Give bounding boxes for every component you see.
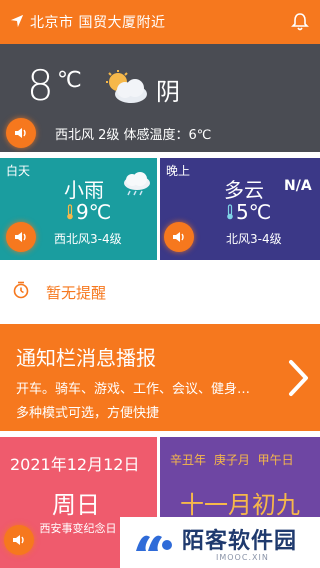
speaker-icon xyxy=(15,232,26,242)
reminder-text: 暂无提醒 xyxy=(46,284,107,302)
ganzhi-text: 辛丑年 庚子月 甲午日 xyxy=(170,453,294,467)
day-forecast-card[interactable]: 白天 小雨 9℃ 西北风3-4级 xyxy=(0,158,157,260)
notification-broadcast-banner[interactable]: 通知栏消息播报 开车。骑车、游戏、工作、会议、健身… 多种模式可选，方便快捷 xyxy=(0,324,320,431)
current-temperature: 8 xyxy=(27,61,54,110)
day-wind: 西北风3-4级 xyxy=(54,232,122,246)
speaker-icon xyxy=(13,535,24,545)
lunar-date: 十一月初九 xyxy=(180,491,300,519)
night-forecast-card[interactable]: 晚上 多云 N/A 5℃ 北风3-4级 xyxy=(160,158,320,260)
notice-title: 通知栏消息播报 xyxy=(16,346,156,370)
speaker-button-day[interactable] xyxy=(6,222,36,252)
weekday: 周日 xyxy=(52,491,100,519)
watermark-subtitle: IMOOC.XIN xyxy=(216,553,269,562)
speaker-button-current[interactable] xyxy=(6,118,36,148)
chevron-right-icon[interactable] xyxy=(288,359,310,397)
notice-line2: 多种模式可选，方便快捷 xyxy=(16,406,160,421)
speaker-icon xyxy=(173,232,184,242)
night-aqi: N/A xyxy=(284,178,312,194)
location-arrow-icon xyxy=(10,14,24,28)
reminder-row[interactable]: 暂无提醒 xyxy=(0,266,320,318)
day-condition: 小雨 xyxy=(64,178,104,202)
bell-icon[interactable] xyxy=(290,12,310,32)
current-details: 西北风 2级 体感温度：6℃ xyxy=(55,128,212,143)
calendar-date: 2021年12月12日 xyxy=(10,455,140,474)
thermometer-icon xyxy=(67,204,73,220)
night-wind: 北风3-4级 xyxy=(226,232,282,246)
watermark-title: 陌客软件园 xyxy=(182,528,298,554)
location-text: 北京市 国贸大厦附近 xyxy=(30,15,166,31)
speaker-button-night[interactable] xyxy=(164,222,194,252)
night-tag: 晚上 xyxy=(166,164,191,178)
speaker-icon xyxy=(15,128,26,138)
holiday-text: 西安事变纪念日 xyxy=(39,522,117,535)
location-bar[interactable]: 北京市 国贸大厦附近 xyxy=(0,0,320,44)
watermark-logo-icon xyxy=(136,535,172,551)
day-tag: 白天 xyxy=(6,164,31,178)
day-temperature: 9℃ xyxy=(76,200,112,224)
temperature-unit: ℃ xyxy=(57,68,82,93)
current-weather-panel: 8 ℃ 阴 西北风 2级 体感温度：6℃ xyxy=(0,44,320,152)
thermometer-icon xyxy=(227,204,233,220)
partly-cloudy-icon xyxy=(106,70,147,103)
night-temperature: 5℃ xyxy=(236,200,272,224)
site-watermark: 陌客软件园 IMOOC.XIN xyxy=(120,517,320,568)
alarm-clock-icon xyxy=(13,281,29,299)
night-condition: 多云 xyxy=(224,178,264,202)
notice-line1: 开车。骑车、游戏、工作、会议、健身… xyxy=(16,382,251,397)
current-condition: 阴 xyxy=(156,78,180,106)
light-rain-icon xyxy=(124,172,150,196)
speaker-button-date[interactable] xyxy=(4,525,34,555)
